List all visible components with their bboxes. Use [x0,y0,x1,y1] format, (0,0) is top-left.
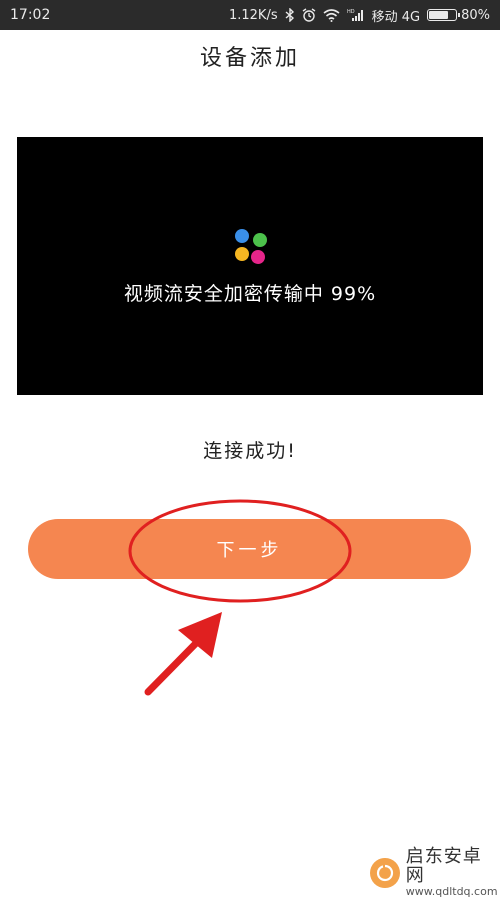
encryption-progress-text: 视频流安全加密传输中 99% [123,283,377,305]
loading-dots-icon [235,229,269,265]
battery: 80% [427,8,490,23]
alarm-icon [302,8,316,22]
watermark-title: 启东安卓网 [405,846,482,886]
connection-status: 连接成功! [203,440,297,462]
pointer-arrow-icon [178,612,222,658]
network-speed: 1.12K/s [228,7,278,23]
battery-fill [429,11,449,19]
watermark-url: www.qdltdq.com [405,884,498,898]
battery-percent: 80% [461,7,490,23]
page-title: 设备添加 [199,46,300,71]
battery-icon [427,9,461,21]
loading-dot [235,229,249,243]
video-preview: 视频流安全加密传输中 99% [17,137,483,395]
status-icons: 1.12K/s HD 移动 4G 80% [229,6,490,25]
carrier-label: 移动 4G [371,9,421,25]
status-time: 17:02 [10,7,51,23]
signal-icon: HD [347,8,365,22]
watermark: 启东安卓网 www.qdltdq.com [370,846,500,898]
next-step-button[interactable]: 下一步 [28,519,471,579]
loading-dot [253,233,267,247]
pointer-arrow-shaft [144,629,210,696]
hd-label: HD [347,9,355,15]
status-bar: 17:02 1.12K/s HD 移动 4G 80% [0,0,500,30]
loading-dot [251,250,265,264]
wifi-icon [323,8,340,22]
bluetooth-icon [285,8,295,22]
loading-dot [235,247,249,261]
watermark-logo-icon [370,857,400,888]
